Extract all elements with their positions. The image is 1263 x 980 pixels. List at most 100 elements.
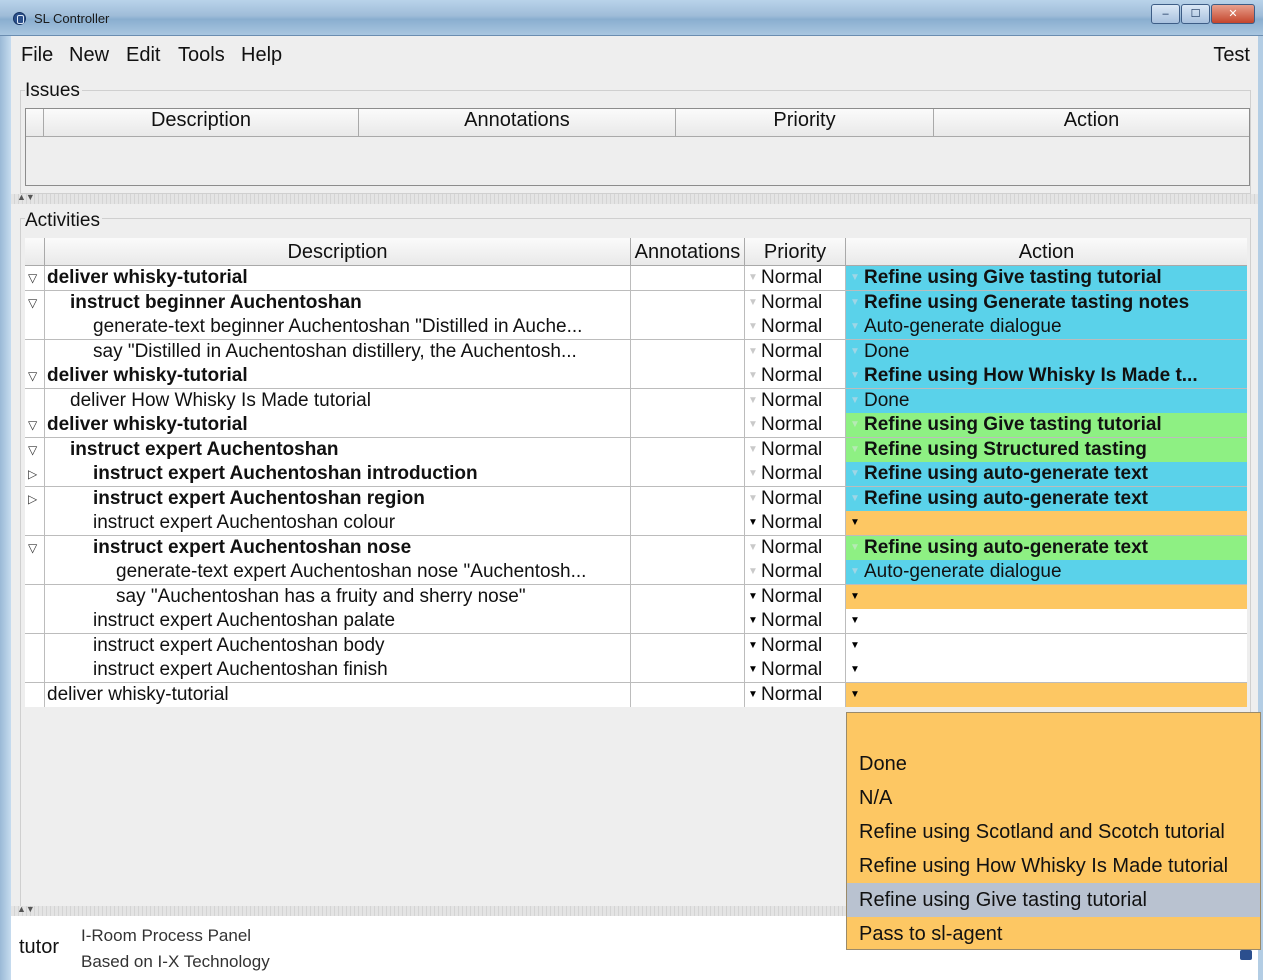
chevron-down-icon[interactable]: ▼ (846, 560, 864, 584)
action-select[interactable]: ▼ Auto-generate dialogue (846, 560, 1247, 584)
activity-annotations[interactable] (631, 633, 745, 658)
issues-header-priority[interactable]: Priority (676, 109, 934, 136)
activities-header-annotations[interactable]: Annotations (631, 238, 745, 266)
activities-header-action[interactable]: Action (846, 238, 1247, 266)
activity-description[interactable]: say "Auchentoshan has a fruity and sherr… (45, 584, 631, 609)
activity-description[interactable]: deliver whisky-tutorial (45, 266, 631, 290)
activity-description[interactable]: instruct expert Auchentoshan finish (45, 658, 631, 682)
dropdown-option-highlighted[interactable]: Refine using Give tasting tutorial (847, 883, 1260, 917)
chevron-down-icon[interactable]: ▼ (846, 536, 864, 560)
chevron-down-icon[interactable]: ▼ (846, 364, 864, 388)
expanded-triangle-icon[interactable]: ▽ (28, 266, 37, 290)
activity-row[interactable]: deliver How Whisky Is Made tutorial ▼ Norm… (25, 388, 1247, 413)
activity-annotations[interactable] (631, 682, 745, 707)
chevron-down-icon[interactable]: ▼ (745, 389, 761, 413)
activity-row[interactable]: instruct expert Auchentoshan body ▼ Normal… (25, 633, 1247, 658)
dropdown-option[interactable]: Refine using Scotland and Scotch tutoria… (847, 815, 1260, 849)
chevron-down-icon[interactable]: ▼ (846, 487, 864, 511)
action-select[interactable]: ▼ Refine using Generate tasting notes (846, 290, 1247, 315)
menu-edit[interactable]: Edit (126, 44, 160, 67)
activity-description[interactable]: deliver How Whisky Is Made tutorial (45, 388, 631, 413)
chevron-down-icon[interactable]: ▼ (846, 683, 864, 707)
activity-description[interactable]: instruct expert Auchentoshan region (45, 486, 631, 511)
activity-row[interactable]: ▷ instruct expert Auchentoshan region ▼ Nor… (25, 486, 1247, 511)
action-select[interactable]: ▼ Auto-generate dialogue (846, 315, 1247, 339)
action-select[interactable]: ▼ Refine using Structured tasting (846, 437, 1247, 462)
activity-description[interactable]: instruct expert Auchentoshan body (45, 633, 631, 658)
activity-annotations[interactable] (631, 437, 745, 462)
activity-annotations[interactable] (631, 462, 745, 486)
collapsed-triangle-icon[interactable]: ▷ (28, 487, 37, 511)
chevron-down-icon[interactable]: ▼ (846, 634, 864, 658)
action-select[interactable]: ▼ Refine using Give tasting tutorial (846, 413, 1247, 437)
maximize-icon[interactable]: ☐ (1181, 4, 1210, 24)
activity-description[interactable]: deliver whisky-tutorial (45, 413, 631, 437)
priority-select[interactable]: ▼ Normal (745, 584, 846, 609)
chevron-down-icon[interactable]: ▼ (745, 609, 761, 633)
activity-description[interactable]: generate-text expert Auchentoshan nose "… (45, 560, 631, 584)
activity-annotations[interactable] (631, 486, 745, 511)
activity-row[interactable]: ▽ instruct beginner Auchentoshan ▼ Normal ▼ R… (25, 290, 1247, 315)
menu-tools[interactable]: Tools (178, 44, 225, 67)
action-select[interactable]: ▼ (846, 609, 1247, 633)
activity-annotations[interactable] (631, 339, 745, 364)
priority-select[interactable]: ▼ Normal (745, 535, 846, 560)
chevron-down-icon[interactable]: ▼ (745, 462, 761, 486)
chevron-down-icon[interactable]: ▼ (846, 658, 864, 682)
menu-file[interactable]: File (21, 44, 53, 67)
activity-row[interactable]: instruct expert Auchentoshan palate ▼ Norm… (25, 609, 1247, 634)
issues-header-annotations[interactable]: Annotations (359, 109, 676, 136)
chevron-down-icon[interactable]: ▼ (745, 266, 761, 290)
priority-select[interactable]: ▼ Normal (745, 658, 846, 682)
chevron-down-icon[interactable]: ▼ (745, 585, 761, 609)
menu-new[interactable]: New (69, 44, 109, 67)
action-select[interactable]: ▼ Refine using Give tasting tutorial (846, 266, 1247, 290)
close-icon[interactable]: ✕ (1211, 4, 1255, 24)
chevron-down-icon[interactable]: ▼ (745, 315, 761, 339)
activity-annotations[interactable] (631, 609, 745, 633)
chevron-down-icon[interactable]: ▼ (745, 413, 761, 437)
chevron-down-icon[interactable]: ▼ (745, 511, 761, 535)
activity-description[interactable]: instruct expert Auchentoshan (45, 437, 631, 462)
activity-annotations[interactable] (631, 290, 745, 315)
minimize-icon[interactable]: – (1151, 4, 1180, 24)
activity-annotations[interactable] (631, 413, 745, 437)
menu-test[interactable]: Test (1213, 44, 1250, 67)
activity-description[interactable]: deliver whisky-tutorial (45, 682, 631, 707)
expanded-triangle-icon[interactable]: ▽ (28, 438, 37, 462)
activity-row[interactable]: ▽ deliver whisky-tutorial ▼ Normal ▼ Refine u… (25, 364, 1247, 389)
activity-row[interactable]: say "Auchentoshan has a fruity and sherr… (25, 584, 1247, 609)
priority-select[interactable]: ▼ Normal (745, 290, 846, 315)
priority-select[interactable]: ▼ Normal (745, 462, 846, 486)
activity-annotations[interactable] (631, 535, 745, 560)
issues-header-description[interactable]: Description (44, 109, 359, 136)
activity-annotations[interactable] (631, 266, 745, 290)
chevron-down-icon[interactable]: ▼ (846, 315, 864, 339)
activity-description[interactable]: instruct expert Auchentoshan colour (45, 511, 631, 535)
chevron-down-icon[interactable]: ▼ (846, 585, 864, 609)
priority-select[interactable]: ▼ Normal (745, 266, 846, 290)
action-select[interactable]: ▼ (846, 511, 1247, 535)
expanded-triangle-icon[interactable]: ▽ (28, 536, 37, 560)
priority-select[interactable]: ▼ Normal (745, 364, 846, 388)
title-bar[interactable]: SL Controller – ☐ ✕ (0, 0, 1263, 36)
chevron-down-icon[interactable]: ▼ (745, 560, 761, 584)
priority-select[interactable]: ▼ Normal (745, 437, 846, 462)
menu-help[interactable]: Help (241, 44, 282, 67)
activity-row[interactable]: instruct expert Auchentoshan finish ▼ Norm… (25, 658, 1247, 683)
issues-table[interactable]: Description Annotations Priority Action (25, 108, 1250, 186)
activity-row[interactable]: deliver whisky-tutorial ▼ Normal ▼ (25, 682, 1247, 707)
dropdown-option[interactable]: Done (847, 747, 1260, 781)
chevron-down-icon[interactable]: ▼ (745, 683, 761, 707)
action-dropdown-menu[interactable]: Done N/A Refine using Scotland and Scotc… (846, 712, 1261, 950)
activity-description[interactable]: deliver whisky-tutorial (45, 364, 631, 388)
chevron-down-icon[interactable]: ▼ (745, 487, 761, 511)
activity-row[interactable]: instruct expert Auchentoshan colour ▼ Norm… (25, 511, 1247, 536)
chevron-down-icon[interactable]: ▼ (846, 609, 864, 633)
collapsed-triangle-icon[interactable]: ▷ (28, 462, 37, 486)
activity-row[interactable]: ▽ instruct expert Auchentoshan ▼ Normal ▼ Ref… (25, 437, 1247, 462)
dropdown-option[interactable]: Refine using How Whisky Is Made tutorial (847, 849, 1260, 883)
activity-description[interactable]: say "Distilled in Auchentoshan distiller… (45, 339, 631, 364)
activity-description[interactable]: generate-text beginner Auchentoshan "Dis… (45, 315, 631, 339)
priority-select[interactable]: ▼ Normal (745, 511, 846, 535)
